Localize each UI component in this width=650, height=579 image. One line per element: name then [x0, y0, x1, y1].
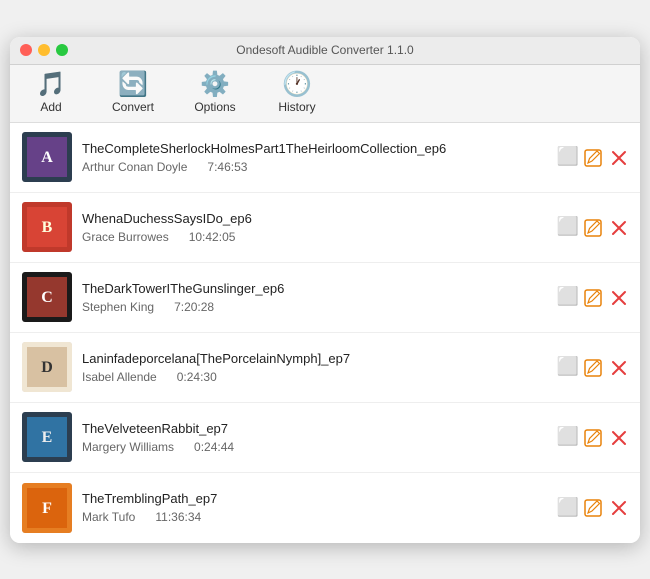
toolbar-item-add[interactable]: 🎵 Add [26, 73, 76, 114]
convert-label: Convert [112, 100, 154, 114]
book-title: TheVelveteenRabbit_ep7 [82, 421, 547, 436]
edit-button[interactable]: ⬜ [557, 287, 602, 306]
book-info: TheTremblingPath_ep7 Mark Tufo 11:36:34 [82, 491, 547, 524]
table-row: A TheCompleteSherlockHolmesPart1TheHeirl… [10, 123, 640, 193]
maximize-button[interactable] [56, 44, 68, 56]
delete-button[interactable] [610, 147, 628, 166]
book-author: Margery Williams [82, 440, 174, 454]
book-title: TheDarkTowerITheGunslinger_ep6 [82, 281, 547, 296]
book-title: Laninfadeporcelana[ThePorcelainNymph]_ep… [82, 351, 547, 366]
toolbar: 🎵 Add 🔄 Convert ⚙️ Options 🕐 History [10, 65, 640, 123]
window-title: Ondesoft Audible Converter 1.1.0 [236, 43, 413, 57]
book-info: TheDarkTowerITheGunslinger_ep6 Stephen K… [82, 281, 547, 314]
book-actions: ⬜ [557, 357, 628, 376]
history-icon: 🕐 [282, 73, 312, 97]
svg-text:E: E [42, 429, 53, 446]
svg-text:F: F [42, 500, 52, 517]
book-author: Isabel Allende [82, 370, 157, 384]
book-duration: 11:36:34 [155, 510, 201, 524]
book-author: Stephen King [82, 300, 154, 314]
toolbar-item-convert[interactable]: 🔄 Convert [108, 73, 158, 114]
edit-button[interactable]: ⬜ [557, 498, 602, 517]
add-icon: 🎵 [36, 73, 66, 97]
book-author: Arthur Conan Doyle [82, 160, 187, 174]
book-actions: ⬜ [557, 217, 628, 236]
book-author: Mark Tufo [82, 510, 135, 524]
book-meta: Mark Tufo 11:36:34 [82, 510, 547, 524]
book-info: TheCompleteSherlockHolmesPart1TheHeirloo… [82, 141, 547, 174]
book-meta: Isabel Allende 0:24:30 [82, 370, 547, 384]
book-author: Grace Burrowes [82, 230, 169, 244]
book-meta: Margery Williams 0:24:44 [82, 440, 547, 454]
book-list: A TheCompleteSherlockHolmesPart1TheHeirl… [10, 123, 640, 543]
book-duration: 0:24:44 [194, 440, 234, 454]
book-meta: Arthur Conan Doyle 7:46:53 [82, 160, 547, 174]
title-bar: Ondesoft Audible Converter 1.1.0 [10, 37, 640, 65]
svg-text:B: B [42, 219, 53, 236]
book-title: TheTremblingPath_ep7 [82, 491, 547, 506]
book-info: WhenaDuchessSaysIDo_ep6 Grace Burrowes 1… [82, 211, 547, 244]
delete-button[interactable] [610, 287, 628, 306]
svg-text:D: D [41, 359, 53, 376]
book-actions: ⬜ [557, 147, 628, 166]
book-info: Laninfadeporcelana[ThePorcelainNymph]_ep… [82, 351, 547, 384]
book-cover: B [22, 202, 72, 252]
svg-text:A: A [41, 149, 53, 166]
history-label: History [278, 100, 315, 114]
book-info: TheVelveteenRabbit_ep7 Margery Williams … [82, 421, 547, 454]
book-cover: A [22, 132, 72, 182]
table-row: F TheTremblingPath_ep7 Mark Tufo 11:36:3… [10, 473, 640, 543]
options-icon: ⚙️ [200, 73, 230, 97]
book-title: WhenaDuchessSaysIDo_ep6 [82, 211, 547, 226]
book-duration: 7:46:53 [207, 160, 247, 174]
book-duration: 10:42:05 [189, 230, 236, 244]
book-cover: D [22, 342, 72, 392]
book-duration: 7:20:28 [174, 300, 214, 314]
convert-icon: 🔄 [118, 73, 148, 97]
delete-button[interactable] [610, 498, 628, 517]
close-button[interactable] [20, 44, 32, 56]
book-cover: F [22, 483, 72, 533]
traffic-lights [20, 44, 68, 56]
book-title: TheCompleteSherlockHolmesPart1TheHeirloo… [82, 141, 547, 156]
edit-button[interactable]: ⬜ [557, 217, 602, 236]
table-row: B WhenaDuchessSaysIDo_ep6 Grace Burrowes… [10, 193, 640, 263]
book-actions: ⬜ [557, 498, 628, 517]
edit-button[interactable]: ⬜ [557, 427, 602, 446]
edit-button[interactable]: ⬜ [557, 147, 602, 166]
svg-text:C: C [41, 289, 53, 306]
table-row: C TheDarkTowerITheGunslinger_ep6 Stephen… [10, 263, 640, 333]
book-actions: ⬜ [557, 287, 628, 306]
minimize-button[interactable] [38, 44, 50, 56]
options-label: Options [194, 100, 235, 114]
edit-button[interactable]: ⬜ [557, 357, 602, 376]
table-row: E TheVelveteenRabbit_ep7 Margery William… [10, 403, 640, 473]
delete-button[interactable] [610, 357, 628, 376]
book-cover: E [22, 412, 72, 462]
main-window: Ondesoft Audible Converter 1.1.0 🎵 Add 🔄… [10, 37, 640, 543]
book-actions: ⬜ [557, 427, 628, 446]
book-duration: 0:24:30 [177, 370, 217, 384]
delete-button[interactable] [610, 427, 628, 446]
add-label: Add [40, 100, 61, 114]
book-meta: Grace Burrowes 10:42:05 [82, 230, 547, 244]
book-cover: C [22, 272, 72, 322]
toolbar-item-history[interactable]: 🕐 History [272, 73, 322, 114]
delete-button[interactable] [610, 217, 628, 236]
table-row: D Laninfadeporcelana[ThePorcelainNymph]_… [10, 333, 640, 403]
book-meta: Stephen King 7:20:28 [82, 300, 547, 314]
toolbar-item-options[interactable]: ⚙️ Options [190, 73, 240, 114]
